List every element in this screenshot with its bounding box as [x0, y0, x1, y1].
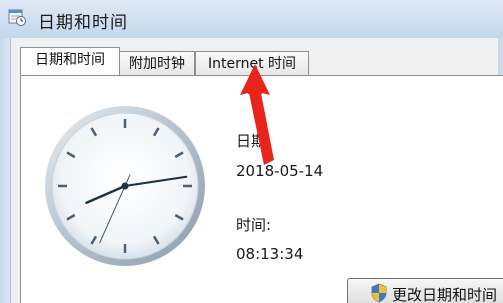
tab-internet-time[interactable]: Internet 时间	[195, 51, 309, 75]
tab-date-and-time[interactable]: 日期和时间	[20, 47, 120, 75]
date-time-dialog: { "window": { "title": "日期和时间", "icon": …	[0, 0, 503, 303]
uac-shield-icon	[371, 283, 387, 303]
tab-internet-time-label: Internet 时间	[207, 56, 297, 72]
change-date-time-button-label: 更改日期和时间	[392, 286, 498, 303]
date-value: 2018-05-14	[236, 162, 324, 180]
change-date-time-button[interactable]: 更改日期和时间	[347, 278, 503, 303]
date-time-settings-icon	[8, 9, 26, 26]
window-title: 日期和时间	[38, 13, 128, 33]
tab-additional-clocks-label: 附加时钟	[129, 56, 185, 72]
time-label: 时间:	[236, 216, 272, 234]
window-frame-left	[0, 38, 11, 303]
date-label: 日期	[236, 132, 267, 150]
tab-date-and-time-label: 日期和时间	[35, 52, 105, 68]
tab-additional-clocks[interactable]: 附加时钟	[119, 51, 195, 75]
clock-center-pin	[121, 182, 129, 190]
analog-clock	[45, 106, 205, 266]
time-value: 08:13:34	[236, 245, 304, 263]
title-bar[interactable]: 日期和时间	[0, 0, 503, 39]
